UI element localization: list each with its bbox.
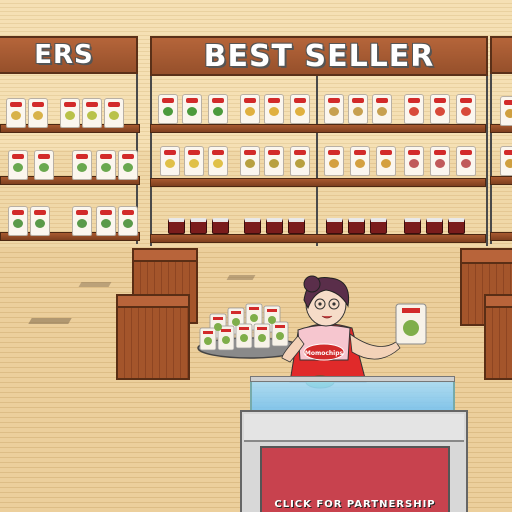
product-pouch (28, 98, 48, 128)
center-shelf-plank (150, 178, 486, 187)
product-pouch (376, 146, 396, 176)
product-pouch (8, 206, 28, 236)
store-scene: ERS BEST SELLER Momochips CLICK FOR PART… (0, 0, 512, 512)
floor-shadow (78, 282, 112, 287)
best-seller-sign-text: BEST SELLER (203, 38, 435, 74)
product-pouch (372, 94, 392, 124)
wooden-crate (484, 306, 512, 380)
center-shelf-plank (150, 234, 486, 243)
product-jar (266, 218, 283, 234)
product-pouch (500, 96, 512, 126)
best-seller-sign: BEST SELLER (150, 36, 488, 76)
product-pouch (96, 150, 116, 180)
product-pouch (290, 94, 310, 124)
left-shelf-sign: ERS (0, 36, 138, 74)
counter-ledge (244, 414, 464, 442)
product-pouch (160, 146, 180, 176)
product-pouch (240, 94, 260, 124)
product-pouch (290, 146, 310, 176)
right-shelf-sign (490, 36, 512, 74)
partnership-button-label: CLICK FOR PARTNERSHIP (274, 498, 436, 510)
product-pouch (82, 98, 102, 128)
product-pouch (350, 146, 370, 176)
product-pouch (456, 146, 476, 176)
product-pouch (158, 94, 178, 124)
shirt-logo-text: Momochips (305, 350, 344, 357)
product-jar (288, 218, 305, 234)
center-shelf-divider (316, 76, 318, 246)
product-pouch (34, 150, 54, 180)
product-pouch (72, 206, 92, 236)
product-pouch (456, 94, 476, 124)
product-pouch (118, 150, 138, 180)
product-pouch (6, 98, 26, 128)
product-pouch (240, 146, 260, 176)
product-jar (190, 218, 207, 234)
product-pouch (30, 206, 50, 236)
product-pouch (430, 146, 450, 176)
product-jar (404, 218, 421, 234)
product-pouch (104, 98, 124, 128)
product-jar (448, 218, 465, 234)
product-jar (426, 218, 443, 234)
product-pouch (324, 146, 344, 176)
product-pouch (184, 146, 204, 176)
right-shelf-plank (490, 232, 512, 241)
wooden-crate (116, 306, 190, 380)
product-pouch (60, 98, 80, 128)
product-pouch (324, 94, 344, 124)
product-pouch (264, 146, 284, 176)
product-pouch (348, 94, 368, 124)
product-pouch (72, 150, 92, 180)
product-pouch (208, 94, 228, 124)
partnership-button[interactable]: CLICK FOR PARTNERSHIP (262, 496, 448, 512)
product-pouch (182, 94, 202, 124)
product-pouch (8, 150, 28, 180)
product-pouch (208, 146, 228, 176)
product-pouch (500, 146, 512, 176)
product-jar (168, 218, 185, 234)
product-pouch (118, 206, 138, 236)
product-jar (212, 218, 229, 234)
product-pouch (430, 94, 450, 124)
product-jar (244, 218, 261, 234)
product-pouch (96, 206, 116, 236)
product-pouch (264, 94, 284, 124)
product-pouch (404, 94, 424, 124)
product-pouch (404, 146, 424, 176)
center-shelf-plank (150, 124, 486, 133)
product-jar (370, 218, 387, 234)
counter-glass-top (250, 376, 455, 382)
left-shelf-sign-text: ERS (34, 40, 94, 70)
product-jar (348, 218, 365, 234)
right-shelf-plank (490, 176, 512, 185)
floor-shadow (28, 318, 72, 324)
product-jar (326, 218, 343, 234)
